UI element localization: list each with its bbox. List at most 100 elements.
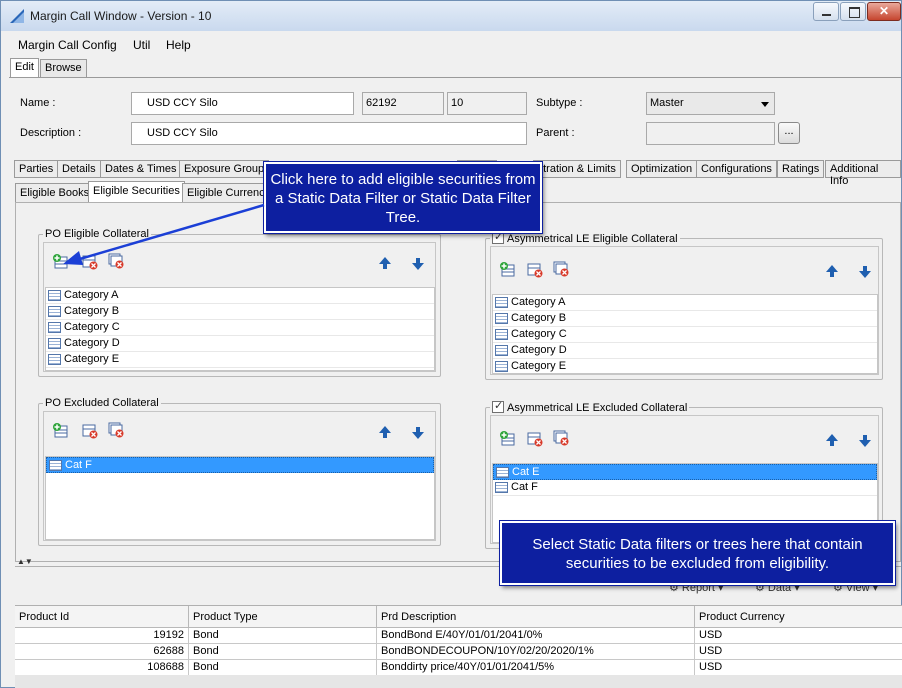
- tab-ratings[interactable]: Ratings: [777, 160, 825, 178]
- table-row[interactable]: USD: [695, 644, 902, 660]
- column-header-prd-description[interactable]: Prd Description: [377, 606, 695, 628]
- exclude-info-callout: Select Static Data filters or trees here…: [499, 520, 896, 586]
- subtype-select[interactable]: Master: [646, 92, 775, 115]
- le-excluded-title[interactable]: Asymmetrical LE Excluded Collateral: [490, 399, 690, 414]
- remove-all-filters-icon[interactable]: [108, 422, 124, 438]
- menu-margin-call-config[interactable]: Margin Call Config: [18, 38, 117, 52]
- move-down-icon[interactable]: [857, 264, 873, 280]
- le-eligible-checkbox[interactable]: [492, 230, 504, 244]
- table-row[interactable]: 19192: [15, 628, 189, 644]
- remove-filter-icon[interactable]: [82, 423, 98, 439]
- table-icon: [495, 297, 508, 308]
- add-filter-icon[interactable]: [52, 422, 68, 438]
- parent-field[interactable]: [646, 122, 775, 145]
- table-row[interactable]: BondBond E/40Y/01/01/2041/0%: [377, 628, 695, 644]
- column-header-product-type[interactable]: Product Type: [189, 606, 377, 628]
- table-icon: [495, 482, 508, 493]
- tab-eligible-books[interactable]: Eligible Books: [15, 183, 95, 203]
- po-excluded-title: PO Excluded Collateral: [43, 397, 161, 409]
- description-label: Description :: [20, 127, 82, 139]
- le-excluded-checkbox[interactable]: [492, 399, 504, 413]
- le-eligible-title[interactable]: Asymmetrical LE Eligible Collateral: [490, 230, 680, 245]
- move-down-icon[interactable]: [410, 256, 426, 272]
- subtype-value: Master: [650, 97, 684, 109]
- remove-filter-icon[interactable]: [527, 431, 543, 447]
- list-item[interactable]: Category E: [46, 352, 434, 368]
- tab-eligible-securities[interactable]: Eligible Securities: [88, 181, 185, 203]
- margin-call-window: Margin Call Window - Version - 10 ✕ Marg…: [0, 0, 902, 688]
- close-button[interactable]: ✕: [867, 2, 901, 21]
- version-field: 10: [447, 92, 527, 115]
- tab-browse[interactable]: Browse: [40, 59, 87, 78]
- remove-all-filters-icon[interactable]: [553, 261, 569, 277]
- po-excluded-inner: Cat F: [43, 411, 436, 541]
- list-item[interactable]: Cat E: [493, 464, 877, 480]
- list-item[interactable]: Category C: [493, 327, 877, 343]
- list-item[interactable]: Category C: [46, 320, 434, 336]
- table-icon: [48, 354, 61, 365]
- list-item[interactable]: Category D: [493, 343, 877, 359]
- add-filter-icon[interactable]: [499, 430, 515, 446]
- tab-eligible-currencies[interactable]: Eligible Currenci: [182, 183, 273, 203]
- table-icon: [495, 313, 508, 324]
- table-row[interactable]: Bonddirty price/40Y/01/01/2041/5%: [377, 660, 695, 676]
- column-header-product-currency[interactable]: Product Currency: [695, 606, 902, 628]
- name-label: Name :: [20, 97, 56, 109]
- table-row[interactable]: USD: [695, 628, 902, 644]
- title-bar: Margin Call Window - Version - 10 ✕: [1, 1, 901, 31]
- tab-additional-info[interactable]: Additional Info: [825, 160, 901, 187]
- remove-filter-icon[interactable]: [527, 262, 543, 278]
- table-icon: [48, 322, 61, 333]
- move-up-icon[interactable]: [377, 255, 393, 271]
- tab-configurations[interactable]: Configurations: [696, 160, 777, 178]
- table-row[interactable]: Bond: [189, 644, 377, 660]
- header-panel: [9, 77, 901, 157]
- tab-parties[interactable]: Parties: [14, 160, 59, 178]
- move-up-icon[interactable]: [377, 424, 393, 440]
- remove-all-filters-icon[interactable]: [553, 430, 569, 446]
- tab-concentration-limits[interactable]: ntration & Limits: [533, 160, 621, 178]
- tab-exposure-group[interactable]: Exposure Group: [179, 160, 270, 178]
- move-down-icon[interactable]: [857, 433, 873, 449]
- window-title: Margin Call Window - Version - 10: [30, 9, 212, 23]
- list-item[interactable]: Cat F: [46, 457, 434, 473]
- table-row[interactable]: USD: [695, 660, 902, 676]
- description-field[interactable]: USD CCY Silo: [131, 122, 527, 145]
- table-icon: [48, 290, 61, 301]
- list-item[interactable]: Category A: [493, 295, 877, 311]
- move-up-icon[interactable]: [824, 432, 840, 448]
- menu-help[interactable]: Help: [166, 38, 191, 52]
- minimize-button[interactable]: [813, 2, 839, 21]
- table-row[interactable]: 108688: [15, 660, 189, 676]
- move-down-icon[interactable]: [410, 425, 426, 441]
- list-item[interactable]: Cat F: [493, 480, 877, 496]
- tab-optimization[interactable]: Optimization: [626, 160, 698, 178]
- parent-browse-button[interactable]: ...: [778, 122, 800, 144]
- table-icon: [495, 345, 508, 356]
- le-eligible-group: Asymmetrical LE Eligible Collateral Cate…: [485, 230, 883, 380]
- list-item[interactable]: Category E: [493, 359, 877, 373]
- name-field[interactable]: USD CCY Silo: [131, 92, 354, 115]
- add-securities-callout: Click here to add eligible securities fr…: [263, 161, 543, 234]
- table-row[interactable]: BondBONDECOUPON/10Y/02/20/2020/1%: [377, 644, 695, 660]
- tab-dates-times[interactable]: Dates & Times: [100, 160, 182, 178]
- list-item[interactable]: Category A: [46, 288, 434, 304]
- le-eligible-list[interactable]: Category A Category B Category C Categor…: [492, 294, 878, 374]
- tab-details[interactable]: Details: [57, 160, 101, 178]
- move-up-icon[interactable]: [824, 263, 840, 279]
- list-item[interactable]: Category D: [46, 336, 434, 352]
- po-eligible-list[interactable]: Category A Category B Category C Categor…: [45, 287, 435, 371]
- table-row[interactable]: 62688: [15, 644, 189, 660]
- maximize-button[interactable]: [840, 2, 866, 21]
- tab-edit[interactable]: Edit: [10, 58, 39, 78]
- table-row[interactable]: Bond: [189, 628, 377, 644]
- le-eligible-inner: Category A Category B Category C Categor…: [490, 246, 879, 375]
- column-header-product-id[interactable]: Product Id: [15, 606, 189, 628]
- splitter-arrows-icon[interactable]: ▲▼: [17, 557, 33, 566]
- po-excluded-list[interactable]: Cat F: [45, 456, 435, 540]
- list-item[interactable]: Category B: [493, 311, 877, 327]
- menu-util[interactable]: Util: [133, 38, 150, 52]
- add-filter-icon[interactable]: [499, 261, 515, 277]
- list-item[interactable]: Category B: [46, 304, 434, 320]
- table-row[interactable]: Bond: [189, 660, 377, 676]
